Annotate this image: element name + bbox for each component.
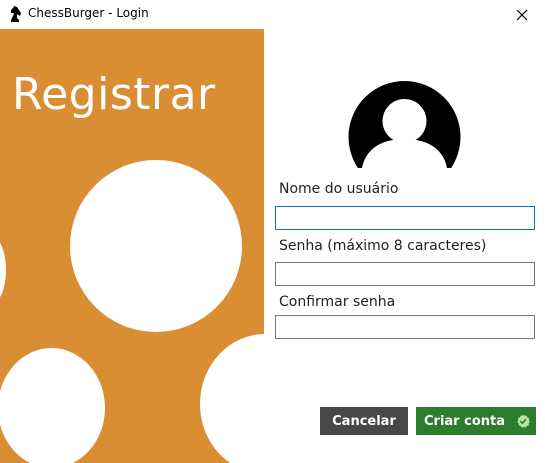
create-account-button-label: Criar conta xyxy=(424,413,505,429)
create-account-button[interactable]: Criar conta xyxy=(416,407,536,435)
register-banner: Registrar xyxy=(0,29,264,463)
chess-knight-icon xyxy=(11,6,21,22)
window-title: ChessBurger - Login xyxy=(28,6,149,20)
password-label: Senha (máximo 8 caracteres) xyxy=(279,238,487,254)
username-label: Nome do usuário xyxy=(279,181,399,197)
decorative-circle xyxy=(200,334,264,463)
decorative-circle xyxy=(0,236,6,304)
password-input[interactable] xyxy=(275,262,535,286)
close-button[interactable] xyxy=(499,0,545,29)
decorative-circle xyxy=(0,348,105,463)
confirm-password-input[interactable] xyxy=(275,315,535,339)
user-avatar-icon xyxy=(348,81,461,168)
cancel-button[interactable]: Cancelar xyxy=(320,407,408,435)
username-input[interactable] xyxy=(275,206,535,230)
confirm-password-label: Confirmar senha xyxy=(279,294,396,310)
check-badge-icon xyxy=(517,414,530,428)
register-heading: Registrar xyxy=(12,69,216,120)
decorative-circle xyxy=(70,160,242,332)
cancel-button-label: Cancelar xyxy=(332,413,396,429)
title-bar: ChessBurger - Login xyxy=(0,0,545,29)
close-icon xyxy=(516,9,528,20)
